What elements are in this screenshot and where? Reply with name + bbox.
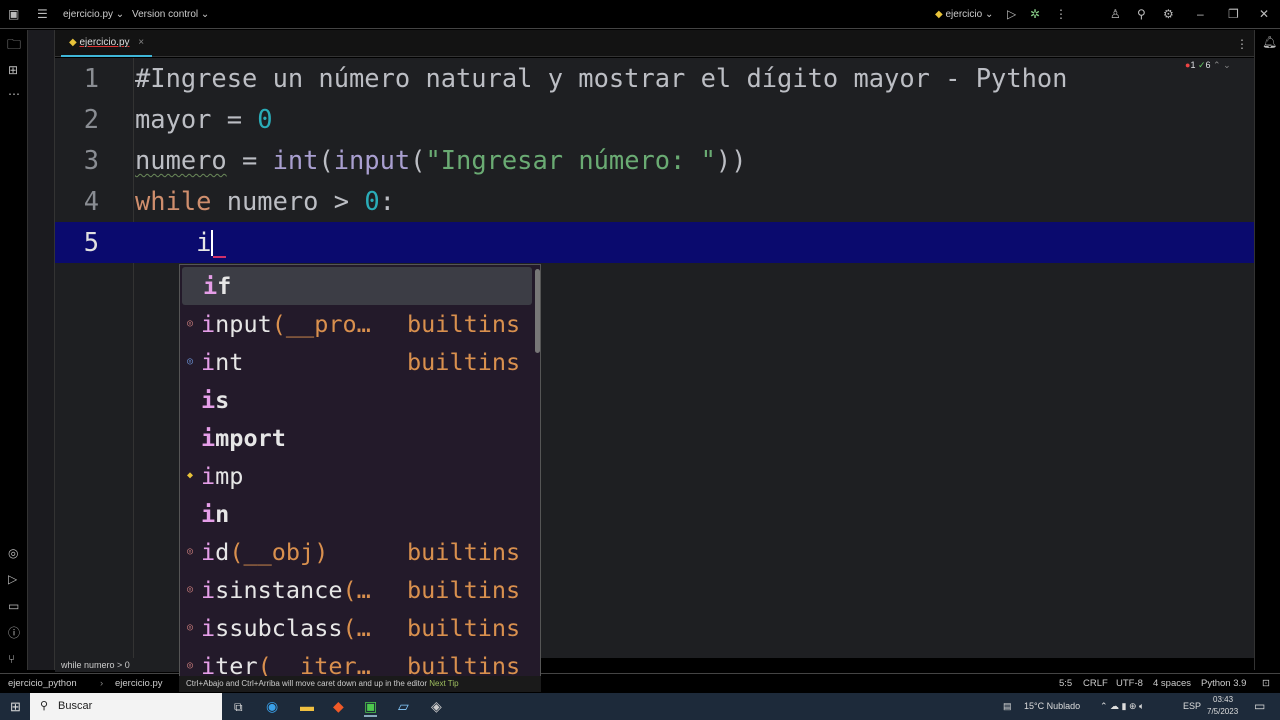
run-config-selector[interactable]: ◆ ejercicio ⌄: [935, 9, 993, 20]
completion-item[interactable]: in: [180, 495, 532, 533]
editor-tabs: ◆ ejercicio.py × ⋮: [55, 30, 1255, 57]
code-breadcrumb[interactable]: while numero > 0: [55, 658, 179, 672]
interpreter[interactable]: Python 3.9: [1201, 678, 1246, 689]
language[interactable]: ESP: [1183, 701, 1201, 711]
code-line: 4 while numero > 0:: [83, 186, 395, 216]
run-icon[interactable]: ▷: [1007, 8, 1016, 20]
completion-item[interactable]: is: [180, 381, 532, 419]
windows-start-icon[interactable]: ⊞: [10, 699, 21, 715]
structure-icon[interactable]: ⊞: [8, 64, 18, 76]
code-line: 1 #Ingrese un número natural y mostrar el…: [83, 63, 1068, 93]
weather-text[interactable]: 15°C Nublado: [1024, 701, 1080, 711]
caret-position[interactable]: 5:5: [1059, 678, 1072, 689]
function-icon: ◎: [187, 546, 194, 557]
edge-icon[interactable]: ◉: [266, 698, 278, 715]
project-icon[interactable]: 🗀: [7, 37, 21, 51]
terminal-icon[interactable]: ▭: [8, 600, 19, 612]
tab-ejercicio-py[interactable]: ◆ ejercicio.py ×: [61, 30, 153, 57]
main-menu-icon[interactable]: ☰: [37, 8, 48, 20]
search-icon: ⚲: [40, 700, 49, 712]
completion-item[interactable]: ◎ int builtins: [180, 343, 532, 381]
completion-item[interactable]: if: [182, 267, 532, 305]
completion-item[interactable]: ◆ imp: [180, 457, 532, 495]
more-tools-icon[interactable]: ⋯: [8, 88, 20, 100]
notepad-icon[interactable]: ▱: [398, 698, 409, 715]
taskbar-search[interactable]: ⚲ Buscar: [30, 693, 222, 720]
completion-tip: Ctrl+Abajo and Ctrl+Arriba will move car…: [179, 676, 541, 692]
popup-scrollbar[interactable]: [535, 269, 540, 353]
code-line: 3 numero = int(input("Ingresar número: ")…: [83, 145, 747, 175]
git-icon[interactable]: ⑂: [8, 653, 15, 665]
file-explorer-icon[interactable]: ▬: [300, 698, 314, 714]
notifications-icon[interactable]: 🔔︎: [1262, 36, 1277, 48]
add-user-icon[interactable]: ♙: [1110, 8, 1121, 20]
completion-item[interactable]: ◎ isinstance(… builtins: [180, 571, 532, 609]
error-marker: [213, 256, 226, 258]
lock-icon[interactable]: ⊡: [1262, 678, 1270, 689]
status-file[interactable]: ejercicio.py: [115, 678, 163, 689]
app-icon[interactable]: ◈: [431, 698, 442, 715]
minimize-icon[interactable]: –: [1197, 8, 1204, 20]
class-icon: ◎: [187, 356, 194, 367]
search-icon[interactable]: ⚲: [1137, 8, 1146, 20]
caret: [211, 230, 213, 256]
function-icon: ◆: [187, 470, 194, 481]
left-toolbar: 🗀 ⊞ ⋯ ◎ ▷ ▭ ⓘ ⑂: [0, 30, 28, 670]
run-tool-icon[interactable]: ▷: [8, 573, 17, 585]
restore-icon[interactable]: ❐: [1228, 8, 1239, 20]
encoding[interactable]: UTF-8: [1116, 678, 1143, 689]
completion-item[interactable]: ◎ issubclass(… builtins: [180, 609, 532, 647]
function-icon: ◎: [187, 584, 194, 595]
status-project[interactable]: ejercicio_python: [8, 678, 77, 689]
project-panel-collapsed[interactable]: [28, 30, 55, 670]
python-file-icon: ◆: [69, 37, 77, 48]
completion-item[interactable]: ◎ input(__pro… builtins: [180, 305, 532, 343]
action-center-icon[interactable]: ▭: [1254, 699, 1265, 713]
clock-time[interactable]: 03:43: [1213, 695, 1233, 704]
line-separator[interactable]: CRLF: [1083, 678, 1108, 689]
right-toolbar: 🔔︎: [1254, 30, 1280, 670]
weather-icon: ▤: [1003, 701, 1012, 711]
tab-options-icon[interactable]: ⋮: [1236, 38, 1248, 50]
code-line-current: 5 i: [55, 222, 1254, 263]
clock-date[interactable]: 7/5/2023: [1207, 707, 1238, 716]
close-tab-icon[interactable]: ×: [138, 37, 144, 48]
vcs-selector[interactable]: Version control ⌄: [132, 9, 209, 20]
code-line: 2 mayor = 0: [83, 104, 273, 134]
brave-icon[interactable]: ◆: [333, 698, 344, 715]
more-icon[interactable]: ⋮: [1055, 8, 1067, 20]
function-icon: ◎: [187, 318, 194, 329]
close-icon[interactable]: ✕: [1259, 8, 1269, 20]
settings-icon[interactable]: ⚙: [1163, 8, 1174, 20]
tray-icons[interactable]: ⌃ ☁ ▮ ⊕ 🔈︎: [1100, 701, 1144, 712]
completion-popup: if ◎ input(__pro… builtins ◎ int builtins is imp…: [179, 264, 541, 692]
indent[interactable]: 4 spaces: [1153, 678, 1191, 689]
debug-icon[interactable]: ✲: [1030, 8, 1040, 20]
pycharm-taskbar-icon[interactable]: ▣: [364, 698, 378, 717]
next-tip-link[interactable]: Next Tip: [429, 679, 458, 688]
problems-icon[interactable]: ⓘ: [8, 627, 20, 639]
task-view-icon[interactable]: ⧉: [234, 700, 243, 715]
python-icon: ◆: [935, 9, 943, 20]
python-packages-icon[interactable]: ◎: [8, 547, 18, 559]
windows-taskbar: ⊞ ⚲ Buscar ⧉ ◉ ▬ ◆ ▣ ▱ ◈ ▤ 15°C Nublado ⌃…: [0, 693, 1280, 720]
title-bar: ▣ ☰ ejercicio.py ⌄ Version control ⌄ ◆ e…: [0, 0, 1280, 29]
function-icon: ◎: [187, 622, 194, 633]
project-selector[interactable]: ejercicio.py ⌄: [63, 9, 124, 20]
completion-item[interactable]: ◎ id(__obj) builtins: [180, 533, 532, 571]
completion-item[interactable]: import: [180, 419, 532, 457]
pycharm-logo-icon: ▣: [8, 7, 20, 21]
